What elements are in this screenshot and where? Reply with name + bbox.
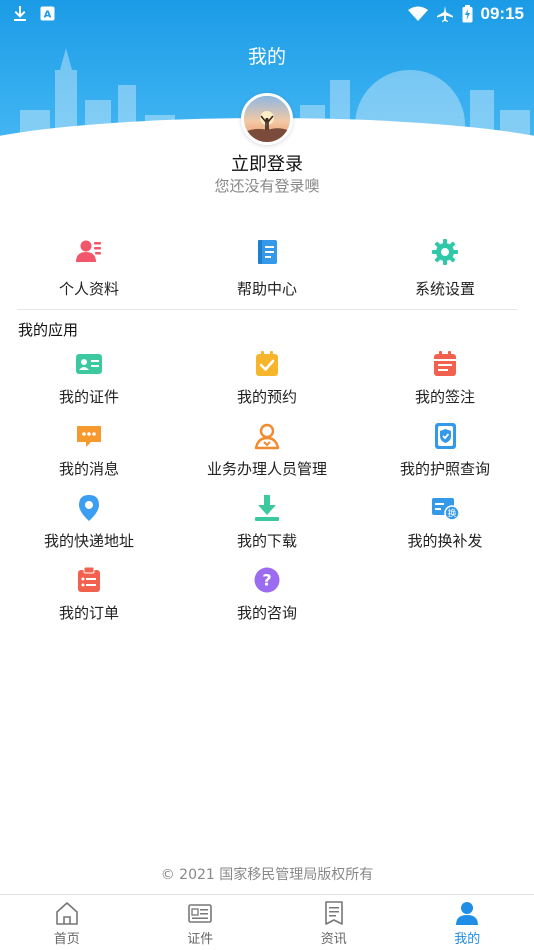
tab-label: 证件 bbox=[187, 932, 214, 947]
svg-text:A: A bbox=[44, 9, 52, 20]
app-replacement[interactable]: 换 我的换补发 bbox=[356, 494, 534, 551]
home-icon bbox=[55, 902, 78, 925]
id-card-icon bbox=[76, 354, 102, 374]
app-notification-icon: A bbox=[40, 6, 55, 20]
location-pin-icon bbox=[79, 495, 99, 521]
page-title: 我的 bbox=[247, 46, 286, 68]
section-title: 我的应用 bbox=[18, 321, 79, 339]
message-icon bbox=[77, 426, 101, 447]
download-notification-icon bbox=[14, 6, 26, 21]
tab-documents[interactable]: 证件 bbox=[134, 895, 268, 950]
quick-item-label: 个人资料 bbox=[58, 280, 119, 298]
app-label: 我的换补发 bbox=[407, 532, 483, 550]
order-list-icon bbox=[78, 566, 100, 592]
app-label: 我的咨询 bbox=[236, 604, 297, 622]
person-card-icon bbox=[76, 240, 101, 262]
login-subtitle: 您还没有登录噢 bbox=[214, 177, 320, 195]
app-label: 我的签注 bbox=[414, 388, 475, 406]
svg-text:?: ? bbox=[262, 571, 271, 590]
user-outline-icon bbox=[254, 423, 280, 450]
wifi-icon bbox=[407, 6, 428, 21]
app-my-consultations[interactable]: ? 我的咨询 bbox=[178, 566, 356, 623]
download-icon bbox=[255, 495, 279, 521]
avatar-image bbox=[244, 96, 290, 142]
avatar[interactable] bbox=[241, 93, 293, 145]
app-label: 我的护照查询 bbox=[399, 460, 490, 478]
divider bbox=[17, 309, 517, 310]
tab-label: 首页 bbox=[53, 932, 80, 947]
bottom-tab-bar: 首页 证件 资讯 我的 bbox=[0, 894, 534, 950]
person-icon bbox=[456, 902, 479, 925]
login-button[interactable]: 立即登录 bbox=[0, 150, 534, 176]
quick-item-help[interactable]: 帮助中心 bbox=[178, 238, 356, 299]
app-label: 我的下载 bbox=[236, 532, 297, 550]
news-icon bbox=[324, 901, 343, 925]
tab-label: 我的 bbox=[454, 932, 481, 947]
airplane-icon bbox=[436, 6, 453, 22]
app-my-orders[interactable]: 我的订单 bbox=[0, 566, 178, 623]
quick-item-label: 系统设置 bbox=[414, 280, 475, 298]
card-exchange-icon: 换 bbox=[432, 498, 459, 521]
app-passport-query[interactable]: 我的护照查询 bbox=[356, 422, 534, 479]
book-icon bbox=[258, 240, 277, 264]
document-card-icon bbox=[188, 904, 213, 923]
app-my-appointments[interactable]: 我的预约 bbox=[178, 350, 356, 407]
app-my-endorsements[interactable]: 我的签注 bbox=[356, 350, 534, 407]
battery-icon bbox=[462, 5, 473, 23]
app-my-documents[interactable]: 我的证件 bbox=[0, 350, 178, 407]
quick-menu: 个人资料 帮助中心 系统设置 bbox=[0, 238, 534, 299]
app-staff-management[interactable]: 业务办理人员管理 bbox=[178, 422, 356, 479]
gear-icon bbox=[432, 239, 458, 265]
status-bar: A 09:15 bbox=[0, 0, 534, 30]
passport-icon bbox=[435, 423, 456, 449]
app-label: 我的预约 bbox=[236, 388, 297, 406]
app-label: 我的快递地址 bbox=[43, 532, 134, 550]
app-delivery-address[interactable]: 我的快递地址 bbox=[0, 494, 178, 551]
svg-text:换: 换 bbox=[447, 508, 456, 520]
app-label: 我的消息 bbox=[58, 460, 119, 478]
quick-item-profile[interactable]: 个人资料 bbox=[0, 238, 178, 299]
tab-news[interactable]: 资讯 bbox=[267, 895, 401, 950]
quick-item-settings[interactable]: 系统设置 bbox=[356, 238, 534, 299]
tab-mine[interactable]: 我的 bbox=[401, 895, 534, 950]
calendar-check-icon bbox=[256, 351, 278, 376]
clock: 09:15 bbox=[480, 4, 524, 23]
app-label: 业务办理人员管理 bbox=[206, 460, 327, 478]
calendar-icon bbox=[434, 351, 456, 376]
app-label: 我的证件 bbox=[58, 388, 119, 406]
app-label: 我的订单 bbox=[58, 604, 119, 622]
quick-item-label: 帮助中心 bbox=[236, 280, 297, 298]
copyright-text: © 2021 国家移民管理局版权所有 bbox=[160, 867, 374, 883]
question-icon: ? bbox=[254, 567, 280, 593]
tab-label: 资讯 bbox=[320, 932, 347, 947]
app-my-messages[interactable]: 我的消息 bbox=[0, 422, 178, 479]
tab-home[interactable]: 首页 bbox=[0, 895, 134, 950]
app-my-downloads[interactable]: 我的下载 bbox=[178, 494, 356, 551]
